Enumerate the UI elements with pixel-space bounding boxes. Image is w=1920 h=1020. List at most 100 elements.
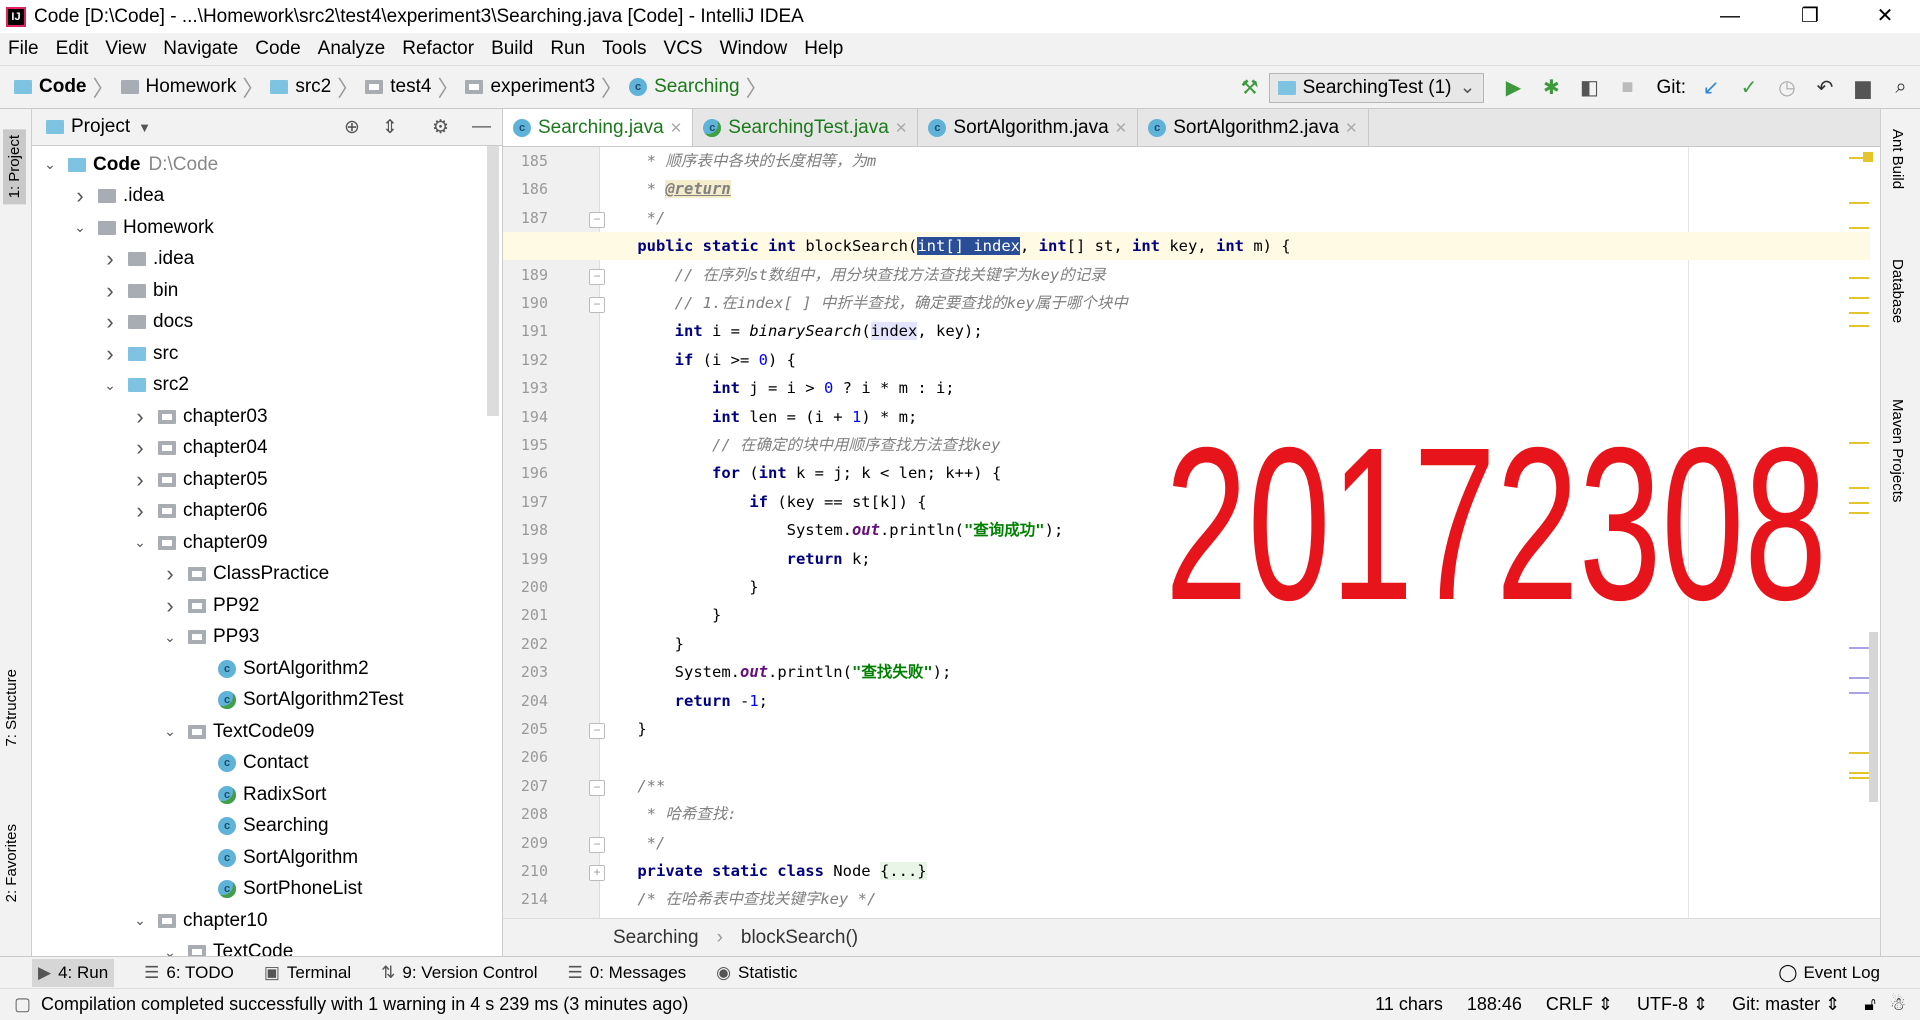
- chevron-down-icon[interactable]: ⌄: [160, 629, 180, 646]
- tool-window-statistic[interactable]: ◉ Statistic: [716, 959, 797, 987]
- close-button[interactable]: ✕: [1855, 0, 1915, 33]
- tree-item[interactable]: c SortPhoneList: [190, 874, 362, 905]
- chevron-down-icon[interactable]: ⌄: [100, 377, 120, 394]
- git-update-icon[interactable]: ↙: [1692, 75, 1730, 100]
- tree-item[interactable]: › .idea: [100, 244, 194, 275]
- git-revert-icon[interactable]: ↶: [1806, 75, 1844, 100]
- menu-tools[interactable]: Tools: [602, 38, 646, 60]
- error-stripe-mark[interactable]: [1849, 647, 1869, 649]
- breadcrumb-item[interactable]: experiment3 〉: [465, 71, 623, 103]
- tree-item[interactable]: › PP92: [160, 590, 259, 621]
- menu-help[interactable]: Help: [804, 38, 843, 60]
- error-stripe-mark[interactable]: [1849, 677, 1869, 679]
- editor-scrollbar[interactable]: [1863, 147, 1878, 918]
- tree-item[interactable]: › .idea: [70, 181, 164, 212]
- scrollbar-thumb[interactable]: [1869, 632, 1878, 802]
- git-commit-check-icon[interactable]: ✓: [1730, 75, 1768, 100]
- restore-button[interactable]: ❐: [1780, 0, 1840, 33]
- chevron-down-icon[interactable]: ▼: [138, 120, 151, 135]
- error-stripe-mark[interactable]: [1849, 777, 1869, 779]
- chevron-right-icon[interactable]: ›: [130, 498, 150, 524]
- error-stripe-mark[interactable]: [1849, 442, 1869, 444]
- hide-panel-icon[interactable]: —: [472, 116, 491, 138]
- minimize-button[interactable]: —: [1700, 0, 1760, 33]
- chevron-right-icon[interactable]: ›: [130, 404, 150, 430]
- chevron-down-icon[interactable]: ⌄: [70, 219, 90, 236]
- lock-icon[interactable]: 🔓︎: [1864, 994, 1876, 1015]
- close-tab-icon[interactable]: ✕: [895, 119, 908, 137]
- debug-bug-icon[interactable]: ✱: [1532, 75, 1570, 100]
- menu-run[interactable]: Run: [550, 38, 585, 60]
- tree-item[interactable]: › ClassPractice: [160, 559, 329, 590]
- collapse-all-icon[interactable]: ⇕: [382, 116, 398, 139]
- error-stripe-mark[interactable]: [1849, 312, 1869, 314]
- tree-item[interactable]: › chapter05: [130, 464, 267, 495]
- menu-vcs[interactable]: VCS: [664, 38, 703, 60]
- locate-target-icon[interactable]: ⊕: [344, 116, 360, 139]
- tree-item[interactable]: c SortAlgorithm2: [190, 653, 369, 684]
- status-toggle-icon[interactable]: ▢: [14, 994, 31, 1015]
- breadcrumb-class[interactable]: Searching: [613, 927, 699, 949]
- tree-item[interactable]: c Contact: [190, 748, 308, 779]
- favorites-tool-tab[interactable]: 2: Favorites: [3, 824, 20, 902]
- editor-tab[interactable]: c Searching.java ✕: [503, 109, 694, 146]
- tree-item[interactable]: ⌄ chapter10: [130, 905, 267, 936]
- tree-item[interactable]: › chapter04: [130, 433, 267, 464]
- tool-window-run[interactable]: ▶ 4: Run: [32, 958, 115, 987]
- tree-item[interactable]: ⌄ Code D:\Code: [40, 149, 218, 180]
- tree-item[interactable]: › src: [100, 338, 178, 369]
- tree-item[interactable]: ⌄ Homework: [70, 212, 214, 243]
- menu-build[interactable]: Build: [491, 38, 533, 60]
- tree-item[interactable]: c SortAlgorithm2Test: [190, 685, 404, 716]
- tool-window-messages[interactable]: ☰ 0: Messages: [568, 959, 687, 987]
- close-tab-icon[interactable]: ✕: [670, 119, 683, 137]
- editor-tab[interactable]: c SortAlgorithm.java ✕: [918, 109, 1139, 146]
- chevron-right-icon[interactable]: ›: [130, 435, 150, 461]
- project-structure-icon[interactable]: ▆: [1844, 75, 1882, 100]
- chevron-right-icon[interactable]: ›: [130, 467, 150, 493]
- tree-item[interactable]: › chapter03: [130, 401, 267, 432]
- git-history-clock-icon[interactable]: ◷: [1768, 75, 1806, 100]
- error-stripe-mark[interactable]: [1849, 325, 1869, 327]
- ant-build-tool-tab[interactable]: Ant Build: [1889, 129, 1906, 189]
- stop-icon[interactable]: ■: [1608, 76, 1646, 99]
- maven-projects-tool-tab[interactable]: Maven Projects: [1889, 399, 1906, 502]
- chevron-down-icon[interactable]: ⌄: [130, 912, 150, 929]
- run-configuration-select[interactable]: SearchingTest (1) ⌄: [1268, 72, 1485, 103]
- chevron-right-icon[interactable]: ›: [100, 278, 120, 304]
- caret-position[interactable]: 188:46: [1467, 994, 1522, 1015]
- encoding-select[interactable]: UTF-8 ⇕: [1637, 994, 1708, 1015]
- tool-window-vcs[interactable]: ⇅ 9: Version Control: [381, 959, 537, 987]
- project-view-select[interactable]: Project: [71, 116, 130, 138]
- event-log-button[interactable]: ◯ Event Log: [1778, 963, 1880, 983]
- tree-item[interactable]: c Searching: [190, 811, 329, 842]
- line-separator-select[interactable]: CRLF ⇕: [1546, 994, 1613, 1015]
- breadcrumb-item[interactable]: test4 〉: [365, 71, 459, 103]
- chevron-right-icon[interactable]: ›: [160, 593, 180, 619]
- close-tab-icon[interactable]: ✕: [1115, 119, 1128, 137]
- error-stripe-mark[interactable]: [1849, 297, 1869, 299]
- error-stripe-mark[interactable]: [1849, 157, 1869, 159]
- project-tool-tab[interactable]: 1: Project: [3, 129, 26, 205]
- chevron-right-icon[interactable]: ›: [100, 246, 120, 272]
- run-icon[interactable]: ▶: [1494, 75, 1532, 100]
- structure-tool-tab[interactable]: 7: Structure: [3, 669, 20, 747]
- menu-refactor[interactable]: Refactor: [402, 38, 474, 60]
- menu-code[interactable]: Code: [255, 38, 300, 60]
- error-stripe-mark[interactable]: [1849, 502, 1869, 504]
- error-stripe-mark[interactable]: [1849, 227, 1869, 229]
- tree-item[interactable]: ⌄ src2: [100, 370, 189, 401]
- menu-navigate[interactable]: Navigate: [163, 38, 238, 60]
- tree-item[interactable]: › docs: [100, 307, 193, 338]
- error-stripe-mark[interactable]: [1849, 202, 1869, 204]
- menu-window[interactable]: Window: [720, 38, 788, 60]
- menu-view[interactable]: View: [105, 38, 146, 60]
- chevron-down-icon[interactable]: ⌄: [160, 723, 180, 740]
- project-scrollbar[interactable]: [487, 146, 499, 416]
- tree-item[interactable]: c SortAlgorithm: [190, 842, 358, 873]
- chevron-right-icon[interactable]: ›: [160, 561, 180, 587]
- tree-item[interactable]: › bin: [100, 275, 178, 306]
- tool-window-terminal[interactable]: ▣ Terminal: [264, 959, 351, 987]
- editor-tab[interactable]: c SearchingTest.java ✕: [693, 109, 919, 146]
- chevron-right-icon[interactable]: ›: [70, 183, 90, 209]
